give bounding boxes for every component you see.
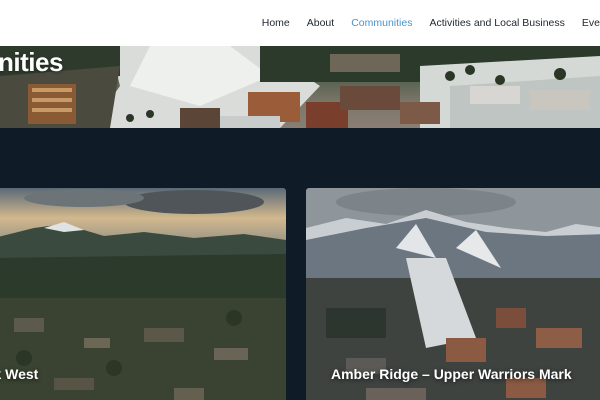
nav-activities[interactable]: Activities and Local Business	[429, 17, 564, 29]
page-title: nities	[0, 47, 63, 77]
section-divider	[0, 128, 600, 188]
community-card-park-west[interactable]: rk West	[0, 188, 286, 400]
community-card-amber-ridge[interactable]: Amber Ridge – Upper Warriors Mark	[306, 188, 600, 400]
page: Home About Communities Activities and Lo…	[0, 0, 600, 400]
nav-events[interactable]: Events	[582, 17, 600, 29]
nav-about[interactable]: About	[307, 17, 334, 29]
hero-town-photo	[0, 46, 600, 128]
main-nav: Home About Communities Activities and Lo…	[245, 0, 600, 46]
park-west-photo	[0, 188, 286, 400]
site-header: Home About Communities Activities and Lo…	[0, 0, 600, 46]
hero-banner: nities	[0, 46, 600, 128]
nav-communities[interactable]: Communities	[351, 17, 412, 29]
card-title: rk West	[0, 366, 39, 382]
card-title: Amber Ridge – Upper Warriors Mark	[331, 366, 572, 382]
nav-home[interactable]: Home	[262, 17, 290, 29]
